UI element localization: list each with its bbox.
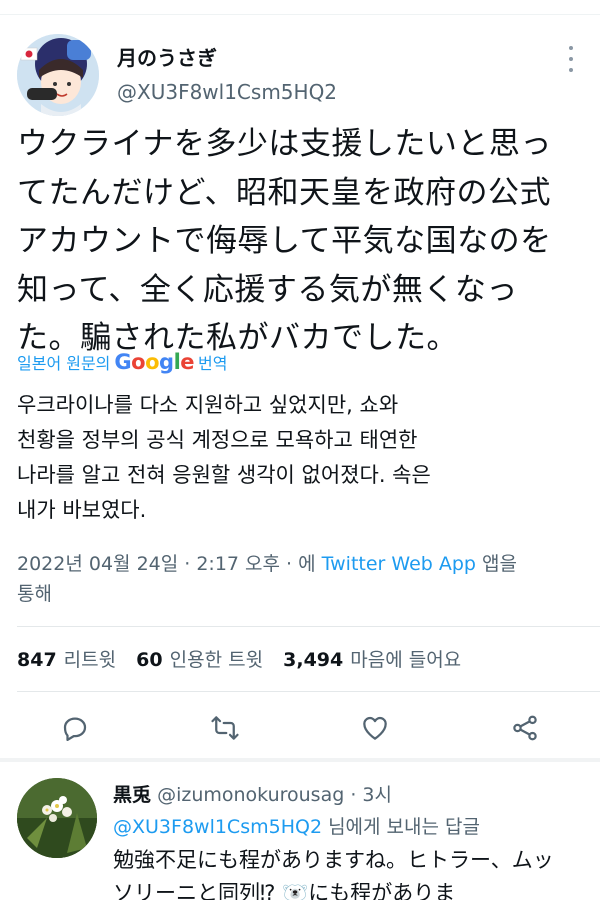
tweet-meta: 2022년 04월 24일 · 2:17 오후 · 에 Twitter Web … [17, 549, 592, 609]
reply-text-line: 勉強不足にも程がありますね。ヒトラー、ムッ [113, 848, 554, 872]
heart-icon[interactable] [353, 706, 397, 750]
reply-author-name[interactable]: 黒兎 [113, 784, 151, 806]
tweet-stats: 847 리트윗 60 인용한 트윗 3,494 마음에 들어요 [17, 645, 475, 672]
quote-count-link[interactable]: 60 인용한 트윗 [136, 649, 263, 671]
author-name[interactable]: 月のうさぎ [117, 42, 217, 71]
like-count: 3,494 [283, 649, 344, 671]
tweet-text-line: ウクライナを多少は支援したいと思っ [17, 126, 552, 162]
tweet-actions [0, 706, 600, 750]
translated-line: 천황을 정부의 공식 계정으로 모욕하고 태연한 [17, 428, 418, 452]
google-logo: Google [114, 350, 195, 374]
more-vertical-icon[interactable] [560, 46, 582, 72]
tweet-text-line: 知って、全く応援する気が無くなっ [17, 271, 518, 308]
translate-prefix: 일본어 원문의 [17, 354, 111, 373]
like-count-link[interactable]: 3,494 마음에 들어요 [283, 649, 461, 671]
quote-count: 60 [136, 649, 163, 671]
divider [17, 691, 600, 692]
reply-to-suffix: 님에게 보내는 답글 [328, 816, 480, 838]
translate-suffix: 번역 [198, 354, 228, 373]
tweet-text: ウクライナを多少は支援したいと思っ てたんだけど、昭和天皇を政府の公式 アカウン… [17, 120, 587, 363]
translated-line: 우크라이나를 다소 지원하고 싶었지만, 쇼와 [17, 393, 399, 417]
tweet-text-line: アカウントで侮辱して平気な国なのを [17, 223, 552, 259]
quote-label: 인용한 트윗 [169, 649, 264, 671]
tweet-timestamp[interactable]: 2022년 04월 24일 · 2:17 오후 · 에 [17, 553, 316, 575]
reply-header: 黒兎 @izumonokurousag · 3시 [113, 780, 392, 807]
translate-link[interactable]: 일본어 원문의 Google 번역 [17, 350, 227, 374]
tweet-source-link[interactable]: Twitter Web App [322, 553, 476, 575]
author-avatar[interactable] [17, 34, 99, 116]
reply-handle-time[interactable]: @izumonokurousag · 3시 [157, 784, 392, 806]
share-icon[interactable] [503, 706, 547, 750]
translated-line: 내가 바보였다. [17, 498, 147, 522]
reply-icon[interactable] [53, 706, 97, 750]
tweet-text-line: てたんだけど、昭和天皇を政府の公式 [17, 174, 551, 211]
reply-text: 勉強不足にも程がありますね。ヒトラー、ムッ ソリーニと同列⁉ 🐻‍❄️にも程があ… [113, 844, 593, 900]
retweet-icon[interactable] [203, 706, 247, 750]
retweet-count: 847 [17, 649, 57, 671]
reply-mention-link[interactable]: @XU3F8wl1Csm5HQ2 [113, 816, 322, 838]
retweet-count-link[interactable]: 847 리트윗 [17, 649, 116, 671]
author-handle[interactable]: @XU3F8wl1Csm5HQ2 [117, 80, 337, 104]
via-line2: 통해 [17, 583, 52, 605]
translated-text: 우크라이나를 다소 지원하고 싶었지만, 쇼와 천황을 정부의 공식 계정으로 … [17, 388, 587, 528]
replying-to: @XU3F8wl1Csm5HQ2 님에게 보내는 답글 [113, 812, 480, 839]
via-suffix: 앱을 [482, 553, 517, 575]
translated-line: 나라를 알고 전혀 응원할 생각이 없어졌다. 속은 [17, 463, 431, 487]
top-divider [0, 14, 600, 15]
like-label: 마음에 들어요 [350, 649, 462, 671]
retweet-label: 리트윗 [63, 649, 117, 671]
reply-text-line: ソリーニと同列⁉ 🐻‍❄️にも程がありま [113, 881, 456, 900]
section-separator [0, 758, 600, 762]
reply-avatar[interactable] [17, 778, 97, 858]
divider [17, 626, 600, 627]
